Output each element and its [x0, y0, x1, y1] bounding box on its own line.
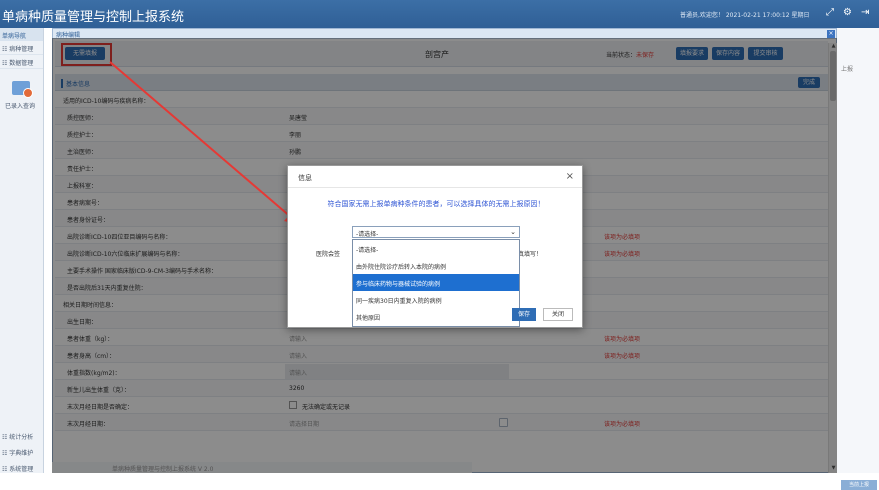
- dropdown-option[interactable]: 同一疾病30日内重复入院的病例: [353, 291, 519, 308]
- dialog-save-button[interactable]: 保存: [512, 308, 536, 321]
- dialog-message: 符合国家无需上报单病种条件的患者，可以选择具体的无需上报原因！: [327, 200, 545, 208]
- records-icon[interactable]: [12, 81, 33, 98]
- sidebar: 单病导航 ☷ 病种管理 ☷ 数据管理 已录入查询 ☷ 统计分析 ☷ 字典维护 ☷…: [0, 28, 44, 473]
- reason-note: 真填写！: [518, 251, 543, 258]
- sidebar-item-system[interactable]: ☷ 系统管理: [0, 462, 44, 475]
- dialog-close-icon[interactable]: ×: [566, 171, 574, 182]
- dropdown-option[interactable]: -请选择-: [353, 240, 519, 257]
- dropdown-option[interactable]: 由外院住院诊疗后转入本院的病例: [353, 257, 519, 274]
- window-close-button[interactable]: ×: [827, 30, 835, 38]
- settings-icon[interactable]: ⚙: [843, 7, 852, 18]
- top-bar: 单病种质量管理与控制上报系统 普通员,欢迎您！ 2021-02-21 17:00…: [0, 0, 879, 28]
- sidebar-sub-entered-query[interactable]: 已录入查询: [0, 101, 40, 110]
- dialog-header: 信息 ×: [288, 166, 582, 188]
- reason-select[interactable]: -请选择- ⌄: [352, 226, 520, 238]
- user-info: 普通员,欢迎您！ 2021-02-21 17:00:12 星期日: [680, 12, 810, 19]
- sidebar-item-dictionary[interactable]: ☷ 字典维护: [0, 446, 44, 459]
- top-icons: ⤢ ⚙ ⇥: [826, 7, 869, 18]
- right-panel: 上报 当前上报: [836, 28, 879, 490]
- reason-dropdown: -请选择- 由外院住院诊疗后转入本院的病例 参与临床药物与器械试验的病例 同一疾病30…: [352, 239, 520, 327]
- chevron-down-icon: ⌄: [510, 228, 516, 236]
- sidebar-item-data-manage[interactable]: ☷ 数据管理: [0, 55, 43, 69]
- dialog-close-button[interactable]: 关闭: [543, 308, 573, 321]
- info-dialog: 信息 × 符合国家无需上报单病种条件的患者，可以选择具体的无需上报原因！ 医院会…: [287, 165, 583, 328]
- sidebar-header: 单病导航: [0, 28, 43, 41]
- fullscreen-icon[interactable]: ⤢: [826, 7, 834, 18]
- reason-select-value: -请选择-: [356, 231, 379, 238]
- right-panel-button[interactable]: 当前上报: [841, 480, 877, 490]
- dialog-title: 信息: [298, 174, 312, 182]
- logout-icon[interactable]: ⇥: [861, 7, 869, 18]
- app-title: 单病种质量管理与控制上报系统: [2, 10, 185, 25]
- sidebar-item-statistics[interactable]: ☷ 统计分析: [0, 430, 44, 443]
- dropdown-option[interactable]: 参与临床药物与器械试验的病例: [353, 274, 519, 291]
- reason-label: 医院会签: [316, 251, 341, 258]
- dropdown-option[interactable]: 其他原因: [353, 308, 519, 325]
- sidebar-item-disease-manage[interactable]: ☷ 病种管理: [0, 41, 43, 55]
- right-panel-label: 上报: [841, 66, 854, 73]
